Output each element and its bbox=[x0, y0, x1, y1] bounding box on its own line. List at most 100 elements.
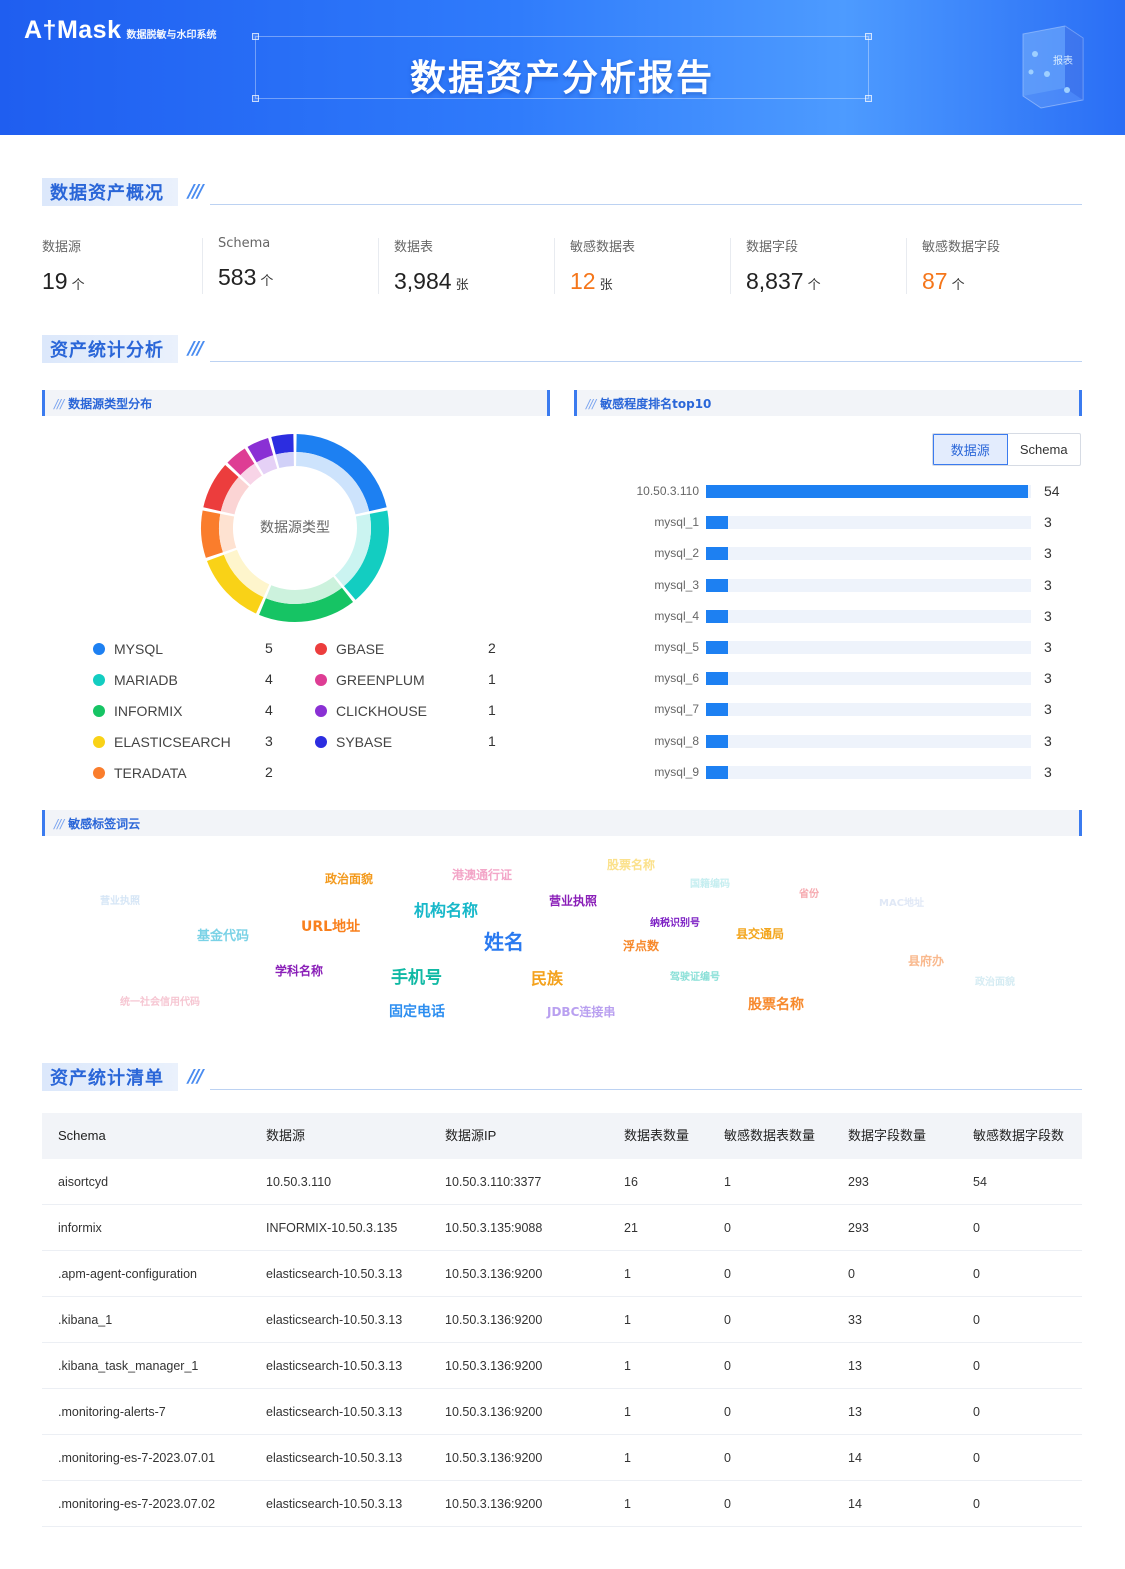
panel-header-datasource-type: /// 数据源类型分布 bbox=[42, 390, 550, 416]
section-title: 资产统计清单 bbox=[50, 1068, 164, 1089]
word-cloud-tag: 股票名称 bbox=[748, 997, 804, 1013]
toggle-schema-button[interactable]: Schema bbox=[1008, 434, 1081, 465]
legend-label: GREENPLUM bbox=[336, 672, 425, 688]
bar-label: mysql_9 bbox=[654, 764, 699, 779]
stat-schema: Schema 583 个 bbox=[202, 230, 378, 300]
table-cell: 0 bbox=[973, 1313, 980, 1327]
table-cell: 10.50.3.135:9088 bbox=[445, 1221, 543, 1235]
bar-fill bbox=[706, 547, 728, 561]
bar-fill bbox=[706, 609, 728, 623]
legend-label: CLICKHOUSE bbox=[336, 703, 428, 719]
stat-unit: 个 bbox=[71, 278, 85, 293]
table-row: informix INFORMIX-10.50.3.135 10.50.3.135:… bbox=[42, 1205, 1082, 1251]
legend-label: ELASTICSEARCH bbox=[114, 734, 231, 750]
bar-fill bbox=[706, 641, 728, 654]
panel-slash: /// bbox=[586, 397, 596, 411]
word-cloud-tag: 国籍编码 bbox=[690, 879, 730, 890]
table-cell: aisortcyd bbox=[58, 1175, 109, 1189]
section-title: 资产统计分析 bbox=[50, 340, 164, 361]
table-cell: 10.50.3.136:9200 bbox=[445, 1359, 543, 1373]
stat-value: 87 bbox=[922, 268, 948, 294]
bar-fill bbox=[706, 703, 728, 717]
table-cell: 1 bbox=[624, 1451, 631, 1465]
stat-sensitive-tables: 敏感数据表 12 张 bbox=[554, 230, 730, 300]
bar-label: mysql_2 bbox=[654, 546, 699, 561]
word-cloud-tag: 省份 bbox=[799, 889, 819, 900]
table-cell: .kibana_1 bbox=[58, 1313, 113, 1327]
word-cloud-tag: 浮点数 bbox=[623, 939, 660, 953]
bar-fill bbox=[706, 765, 728, 779]
bar-value: 3 bbox=[1044, 545, 1052, 562]
table-cell: elasticsearch-10.50.3.13 bbox=[266, 1313, 403, 1327]
bar-value: 3 bbox=[1044, 732, 1052, 749]
stat-unit: 张 bbox=[455, 278, 469, 293]
table-cell: 0 bbox=[973, 1451, 980, 1465]
table-cell: 0 bbox=[724, 1451, 731, 1465]
legend-item-gbase: GBASE bbox=[315, 638, 384, 660]
legend-count: 1 bbox=[488, 702, 496, 718]
table-cell: .apm-agent-configuration bbox=[58, 1267, 197, 1281]
legend-dot bbox=[93, 736, 105, 748]
bar-value: 3 bbox=[1044, 670, 1052, 687]
table-cell: 0 bbox=[724, 1405, 731, 1419]
table-cell: 0 bbox=[973, 1359, 980, 1373]
legend-item-clickhouse: CLICKHOUSE bbox=[315, 700, 427, 722]
word-cloud-tag: 姓名 bbox=[484, 930, 524, 954]
bar-label: 10.50.3.110 bbox=[636, 484, 699, 498]
table-cell: 21 bbox=[624, 1221, 638, 1235]
stat-unit: 个 bbox=[260, 274, 274, 289]
table-header-cell: 数据表数量 bbox=[624, 1128, 690, 1143]
legend-dot bbox=[93, 705, 105, 717]
table-cell: 10.50.3.110:3377 bbox=[445, 1175, 542, 1189]
sensitive-tag-word-cloud: 营业执照 政治面貌 港澳通行证 股票名称 国籍编码 省份 MAC地址 基金代码 URL地址 机构名… bbox=[42, 840, 1082, 1030]
legend-count: 2 bbox=[265, 764, 273, 780]
legend-item-teradata: TERADATA bbox=[93, 762, 187, 784]
table-cell: 0 bbox=[848, 1267, 855, 1281]
legend-item-elasticsearch: ELASTICSEARCH bbox=[93, 731, 231, 753]
table-row: .monitoring-alerts-7 elasticsearch-10.50.… bbox=[42, 1389, 1082, 1435]
table-cell: 10.50.3.136:9200 bbox=[445, 1451, 543, 1465]
table-row: .kibana_task_manager_1 elasticsearch-10.5… bbox=[42, 1343, 1082, 1389]
donut-legend: MYSQL 5 MARIADB 4 INFORMIX 4 ELASTICSEARCH 3 TER… bbox=[93, 638, 513, 788]
stat-label: 数据表 bbox=[394, 240, 434, 255]
bar-track bbox=[706, 641, 1031, 654]
word-cloud-tag: 政治面貌 bbox=[325, 872, 374, 886]
table-cell: 16 bbox=[624, 1175, 638, 1189]
table-cell: 14 bbox=[848, 1451, 862, 1465]
asset-statistics-table: Schema 数据源 数据源IP 数据表数量 敏感数据表数量 数据字段数量 敏感数据字段数 a… bbox=[42, 1113, 1082, 1527]
toggle-datasource-button[interactable]: 数据源 bbox=[933, 434, 1008, 465]
stat-label: Schema bbox=[218, 236, 271, 251]
title-frame: 数据资产分析报告 bbox=[252, 33, 872, 102]
stat-label: 敏感数据字段 bbox=[922, 240, 1001, 255]
table-header-cell: Schema bbox=[58, 1128, 106, 1143]
legend-label: SYBASE bbox=[336, 734, 393, 750]
bar-row: mysql_6 3 bbox=[600, 668, 1080, 688]
table-cell: elasticsearch-10.50.3.13 bbox=[266, 1267, 403, 1281]
table-cell: 0 bbox=[724, 1267, 731, 1281]
table-cell: 14 bbox=[848, 1497, 862, 1511]
word-cloud-tag: 县府办 bbox=[908, 954, 945, 968]
table-cell: 1 bbox=[624, 1267, 631, 1281]
stat-unit: 张 bbox=[599, 278, 613, 293]
word-cloud-tag: 营业执照 bbox=[100, 896, 140, 907]
section-slashes: /// bbox=[188, 1066, 204, 1087]
word-cloud-tag: 政治面貌 bbox=[975, 977, 1015, 988]
bar-value: 3 bbox=[1044, 514, 1052, 531]
section-slashes: /// bbox=[188, 181, 204, 202]
section-header-analysis: 资产统计分析 /// bbox=[42, 335, 1082, 365]
bar-row: mysql_5 3 bbox=[600, 637, 1080, 657]
bar-fill bbox=[706, 578, 728, 592]
bar-track bbox=[706, 485, 1031, 498]
legend-count: 3 bbox=[265, 733, 273, 749]
table-cell: elasticsearch-10.50.3.13 bbox=[266, 1405, 403, 1419]
stat-value: 583 bbox=[218, 264, 257, 290]
bar-label: mysql_7 bbox=[654, 702, 699, 717]
legend-dot bbox=[93, 674, 105, 686]
legend-label: MYSQL bbox=[114, 641, 164, 657]
table-cell: elasticsearch-10.50.3.13 bbox=[266, 1451, 403, 1465]
word-cloud-tag: 县交通局 bbox=[736, 927, 785, 941]
word-cloud-tag: 固定电话 bbox=[389, 1004, 445, 1020]
table-cell: informix bbox=[58, 1221, 102, 1235]
table-cell: 10.50.3.136:9200 bbox=[445, 1497, 543, 1511]
bar-track bbox=[706, 609, 1031, 623]
